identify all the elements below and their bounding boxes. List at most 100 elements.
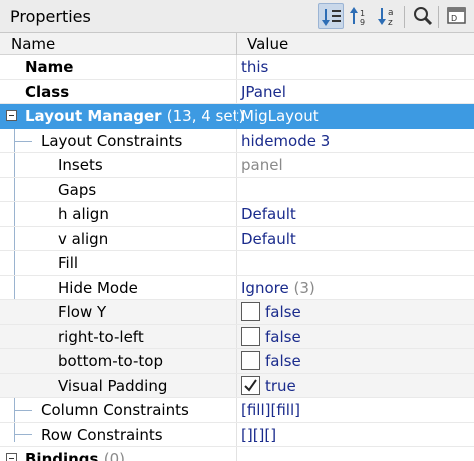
hide-mode-number: (3) [293, 278, 315, 297]
row-divider [236, 153, 237, 177]
property-name: Flow Y [58, 303, 107, 321]
property-row-bindings[interactable]: Bindings (0) [0, 447, 474, 461]
property-name: right-to-left [58, 327, 144, 346]
row-divider [236, 251, 237, 275]
right-to-left-checkbox[interactable] [241, 326, 260, 346]
property-value: false [265, 327, 301, 346]
property-row-layout-manager[interactable]: Layout Manager (13, 4 set) MigLayout [0, 104, 474, 129]
property-name: v align [58, 229, 109, 248]
property-table: Name this Class JPanel Layout Manager (1… [0, 55, 474, 461]
row-divider [236, 422, 237, 446]
row-divider [236, 128, 237, 152]
property-name: Column Constraints [41, 401, 189, 419]
property-value[interactable]: Ignore (3) [241, 279, 315, 297]
property-name: Name [25, 58, 74, 76]
sort-by-category-button[interactable] [318, 3, 344, 29]
row-divider [236, 79, 237, 103]
row-divider [236, 226, 237, 250]
properties-titlebar: Properties 1 9 a z D [0, 0, 474, 33]
property-value[interactable]: panel [241, 156, 283, 174]
panel-title: Properties [10, 7, 91, 26]
property-row-v-align[interactable]: v align Default [0, 226, 474, 251]
search-button[interactable] [410, 3, 436, 29]
sort-ascending-icon: 1 9 [350, 7, 365, 27]
bottom-to-top-checkbox[interactable] [241, 351, 260, 370]
sort-ascending-button[interactable]: 1 9 [346, 3, 372, 29]
expand-icon[interactable] [6, 453, 17, 461]
flow-y-checkbox[interactable] [241, 302, 260, 321]
property-row-gaps[interactable]: Gaps [0, 177, 474, 202]
property-name: bottom-to-top [58, 352, 163, 370]
property-name: Layout Manager (13, 4 set) [25, 107, 244, 125]
property-row-h-align[interactable]: h align Default [0, 202, 474, 227]
property-name: Bindings (0) [25, 450, 125, 461]
property-name: Row Constraints [41, 425, 163, 444]
row-divider [236, 373, 237, 397]
layout-manager-count: (13, 4 set) [166, 107, 245, 125]
row-divider [236, 177, 237, 201]
property-row-column-constraints[interactable]: Column Constraints [fill][fill] [0, 398, 474, 423]
property-value[interactable]: Default [241, 205, 296, 223]
visual-padding-checkbox[interactable] [241, 375, 260, 395]
property-value[interactable]: this [241, 58, 268, 76]
table-header: Name Value [0, 33, 474, 55]
sort-alphabetical-icon: a z [378, 8, 394, 27]
row-divider [236, 104, 237, 128]
sort-alphabetical-button[interactable]: a z [374, 3, 400, 29]
svg-text:a: a [388, 8, 394, 18]
toolbar-separator [438, 6, 439, 28]
toolbar-separator [404, 6, 405, 28]
column-header-value[interactable]: Value [247, 35, 288, 53]
svg-text:z: z [388, 18, 393, 27]
row-divider [236, 398, 237, 422]
property-name: Fill [58, 254, 79, 272]
property-row-visual-padding[interactable]: Visual Padding true [0, 373, 474, 398]
property-name: Layout Constraints [41, 131, 183, 150]
property-row-right-to-left[interactable]: right-to-left false [0, 324, 474, 349]
svg-text:D: D [451, 14, 457, 23]
row-divider [236, 55, 237, 79]
property-row-bottom-to-top[interactable]: bottom-to-top false [0, 349, 474, 374]
property-value[interactable]: [fill][fill] [241, 401, 300, 419]
svg-text:1: 1 [360, 9, 365, 18]
property-row-insets[interactable]: Insets panel [0, 153, 474, 178]
checkmark-icon [244, 378, 257, 392]
property-row-name[interactable]: Name this [0, 55, 474, 80]
row-divider [236, 202, 237, 226]
property-value[interactable]: Default [241, 230, 296, 248]
customize-button[interactable]: D [444, 3, 470, 29]
property-name: Visual Padding [58, 376, 168, 395]
bindings-label: Bindings [25, 450, 99, 461]
property-value[interactable]: JPanel [241, 83, 286, 101]
row-divider [236, 275, 237, 299]
property-row-class[interactable]: Class JPanel [0, 79, 474, 104]
row-divider [236, 300, 237, 324]
property-row-layout-constraints[interactable]: Layout Constraints hidemode 3 [0, 128, 474, 153]
property-value: false [265, 303, 301, 321]
property-value: true [265, 376, 296, 395]
customize-icon: D [447, 7, 466, 24]
row-divider [236, 447, 237, 461]
sort-by-category-icon [322, 9, 341, 26]
property-name: Class [25, 82, 70, 101]
property-value[interactable]: [][][] [241, 426, 276, 444]
bindings-count: (0) [103, 450, 125, 461]
hide-mode-value: Ignore [241, 278, 289, 297]
search-icon [414, 7, 433, 26]
property-row-row-constraints[interactable]: Row Constraints [][][] [0, 422, 474, 447]
property-value: false [265, 352, 301, 370]
column-header-name[interactable]: Name [11, 35, 55, 53]
property-name: Hide Mode [58, 278, 138, 297]
property-value[interactable]: hidemode 3 [241, 132, 330, 150]
property-row-hide-mode[interactable]: Hide Mode Ignore (3) [0, 275, 474, 300]
row-divider [236, 349, 237, 373]
property-name: h align [58, 205, 109, 223]
property-row-flow-y[interactable]: Flow Y false [0, 300, 474, 325]
property-value[interactable]: MigLayout [241, 107, 319, 125]
collapse-icon[interactable] [6, 110, 17, 121]
column-divider[interactable] [236, 33, 237, 55]
row-divider [236, 324, 237, 348]
property-row-fill[interactable]: Fill [0, 251, 474, 276]
layout-manager-label: Layout Manager [25, 107, 162, 125]
svg-text:9: 9 [360, 18, 365, 27]
